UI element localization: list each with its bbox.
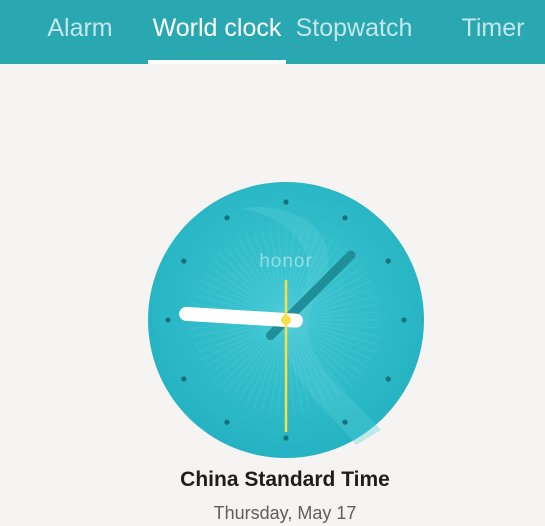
tab-bar: Alarm World clock Stopwatch Timer	[0, 0, 545, 64]
hour-marker	[165, 317, 171, 323]
hour-marker	[283, 199, 289, 205]
clock-face-svg: honor	[148, 182, 424, 458]
hour-marker	[401, 317, 407, 323]
hour-marker	[385, 258, 391, 264]
active-tab-indicator	[148, 60, 286, 64]
hour-marker	[342, 215, 348, 221]
analog-clock: honor	[146, 180, 426, 460]
hour-marker	[283, 435, 289, 441]
hour-marker	[342, 419, 348, 425]
hour-marker	[181, 258, 187, 264]
hour-hand	[179, 306, 303, 328]
timezone-name: China Standard Time	[180, 468, 390, 491]
tab-world-clock[interactable]: World clock	[148, 0, 286, 64]
timezone-date: Thursday, May 17	[213, 503, 357, 523]
hour-marker	[385, 376, 391, 382]
tab-timer[interactable]: Timer	[448, 0, 538, 64]
brand-logo: honor	[259, 251, 313, 272]
hour-marker	[224, 419, 230, 425]
tab-alarm[interactable]: Alarm	[30, 0, 130, 64]
tab-stopwatch[interactable]: Stopwatch	[290, 0, 418, 64]
hour-marker	[181, 376, 187, 382]
hour-marker	[224, 215, 230, 221]
center-pin	[281, 315, 291, 325]
